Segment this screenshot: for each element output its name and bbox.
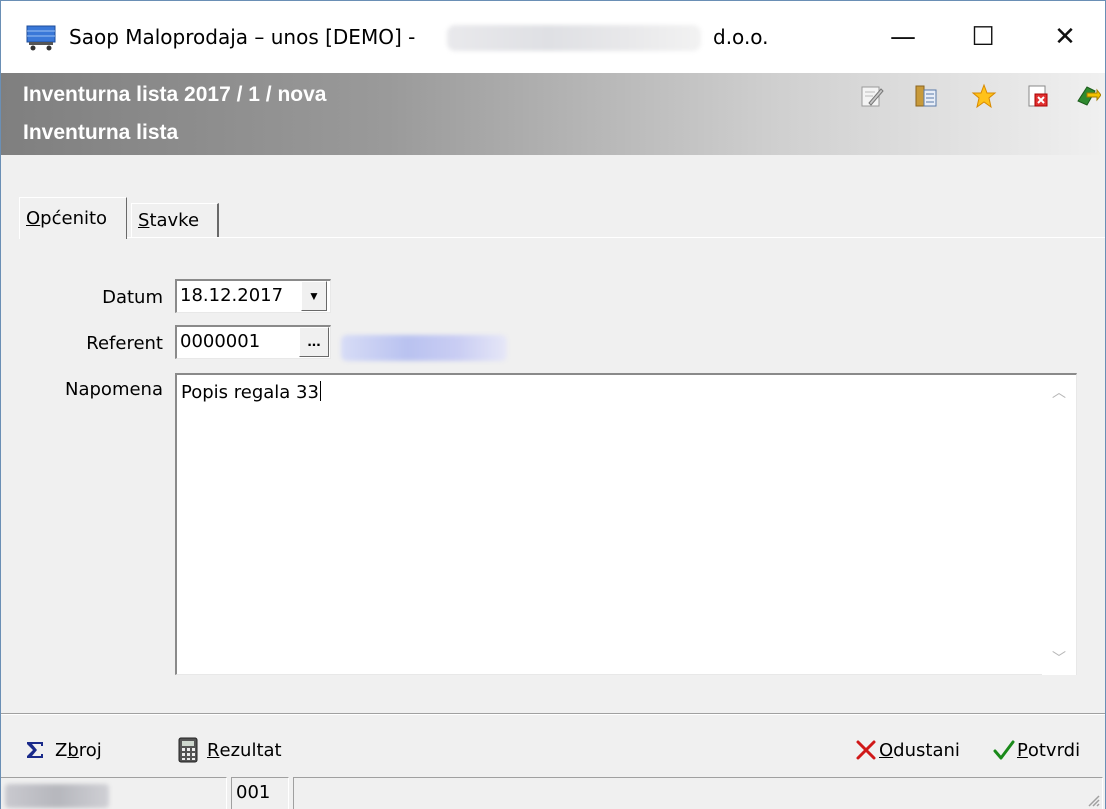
document-header: Inventurna lista 2017 / 1 / nova Inventu… <box>1 73 1105 155</box>
rezultat-button[interactable]: Rezultat <box>177 735 282 765</box>
window-title: Saop Maloprodaja – unos [DEMO] - <box>69 25 416 49</box>
scroll-down-icon[interactable]: ﹀ <box>1042 641 1076 675</box>
datum-value: 18.12.2017 <box>180 285 284 306</box>
edit-icon[interactable] <box>859 83 885 109</box>
status-code: 001 <box>236 782 271 803</box>
potvrdi-accel: P <box>1017 739 1028 761</box>
window-title-suffix: d.o.o. <box>713 25 769 49</box>
tab-stavke-label: tavke <box>149 210 200 231</box>
napomena-scrollbar[interactable]: ︿ ﹀ <box>1042 375 1076 675</box>
zbroj-accel: b <box>67 739 79 761</box>
cancel-x-icon <box>855 739 877 761</box>
zbroj-before: Z <box>55 739 68 761</box>
status-pane-user <box>1 777 227 809</box>
checkmark-icon <box>993 739 1015 761</box>
exit-icon[interactable] <box>1075 83 1101 109</box>
referent-value: 0000001 <box>180 331 261 352</box>
company-name-redacted <box>447 25 701 51</box>
napomena-textarea[interactable]: Popis regala 33 ︿ ﹀ <box>175 373 1077 675</box>
sigma-icon <box>25 740 47 760</box>
tab-stavke-accel: S <box>138 210 150 231</box>
text-caret <box>319 381 321 401</box>
tab-panel-border <box>125 237 1105 238</box>
zbroj-button[interactable]: Zb roj <box>25 735 102 765</box>
rezultat-accel: R <box>207 739 220 761</box>
odustani-button[interactable]: Odustani <box>855 735 960 765</box>
odustani-accel: O <box>879 739 894 761</box>
zbroj-after: roj <box>78 739 102 761</box>
close-button[interactable]: ✕ <box>1025 1 1105 73</box>
star-icon[interactable] <box>971 83 997 109</box>
document-subtitle: Inventurna lista <box>23 121 179 144</box>
napomena-value: Popis regala 33 <box>181 382 319 403</box>
napomena-label: Napomena <box>65 379 163 400</box>
datum-dropdown-button[interactable]: ▼ <box>301 281 327 311</box>
scroll-up-icon[interactable]: ︿ <box>1042 375 1076 409</box>
odustani-after: dustani <box>893 739 960 761</box>
calculator-icon <box>177 737 199 763</box>
tab-opcenito[interactable]: Općenito <box>19 197 127 239</box>
tab-opcenito-accel: O <box>26 208 41 229</box>
maximize-button[interactable]: ☐ <box>943 1 1023 73</box>
tab-opcenito-label: pćenito <box>40 208 108 229</box>
shopping-cart-icon <box>26 25 56 51</box>
resize-grip-icon[interactable] <box>1085 792 1101 808</box>
chevron-down-icon: ▼ <box>308 289 320 303</box>
status-pane-message <box>293 777 1103 809</box>
tab-stavke[interactable]: Stavke <box>131 203 219 237</box>
status-user-redacted <box>5 784 109 808</box>
minimize-button[interactable]: — <box>863 1 943 73</box>
title-bar[interactable]: Saop Maloprodaja – unos [DEMO] - d.o.o. … <box>1 1 1105 73</box>
bottom-separator <box>1 713 1105 715</box>
referent-name-redacted <box>341 335 507 361</box>
columns-icon[interactable] <box>913 83 939 109</box>
referent-label: Referent <box>86 333 163 354</box>
rezultat-after: ezultat <box>219 739 282 761</box>
document-title: Inventurna lista 2017 / 1 / nova <box>23 83 327 106</box>
datum-label: Datum <box>102 287 163 308</box>
status-pane-code: 001 <box>231 777 289 809</box>
delete-icon[interactable] <box>1025 83 1051 109</box>
referent-browse-button[interactable]: ... <box>299 327 329 357</box>
app-window: Saop Maloprodaja – unos [DEMO] - d.o.o. … <box>0 0 1106 809</box>
potvrdi-after: otvrdi <box>1027 739 1081 761</box>
status-bar: 001 <box>1 775 1105 809</box>
potvrdi-button[interactable]: Potvrdi <box>993 735 1080 765</box>
